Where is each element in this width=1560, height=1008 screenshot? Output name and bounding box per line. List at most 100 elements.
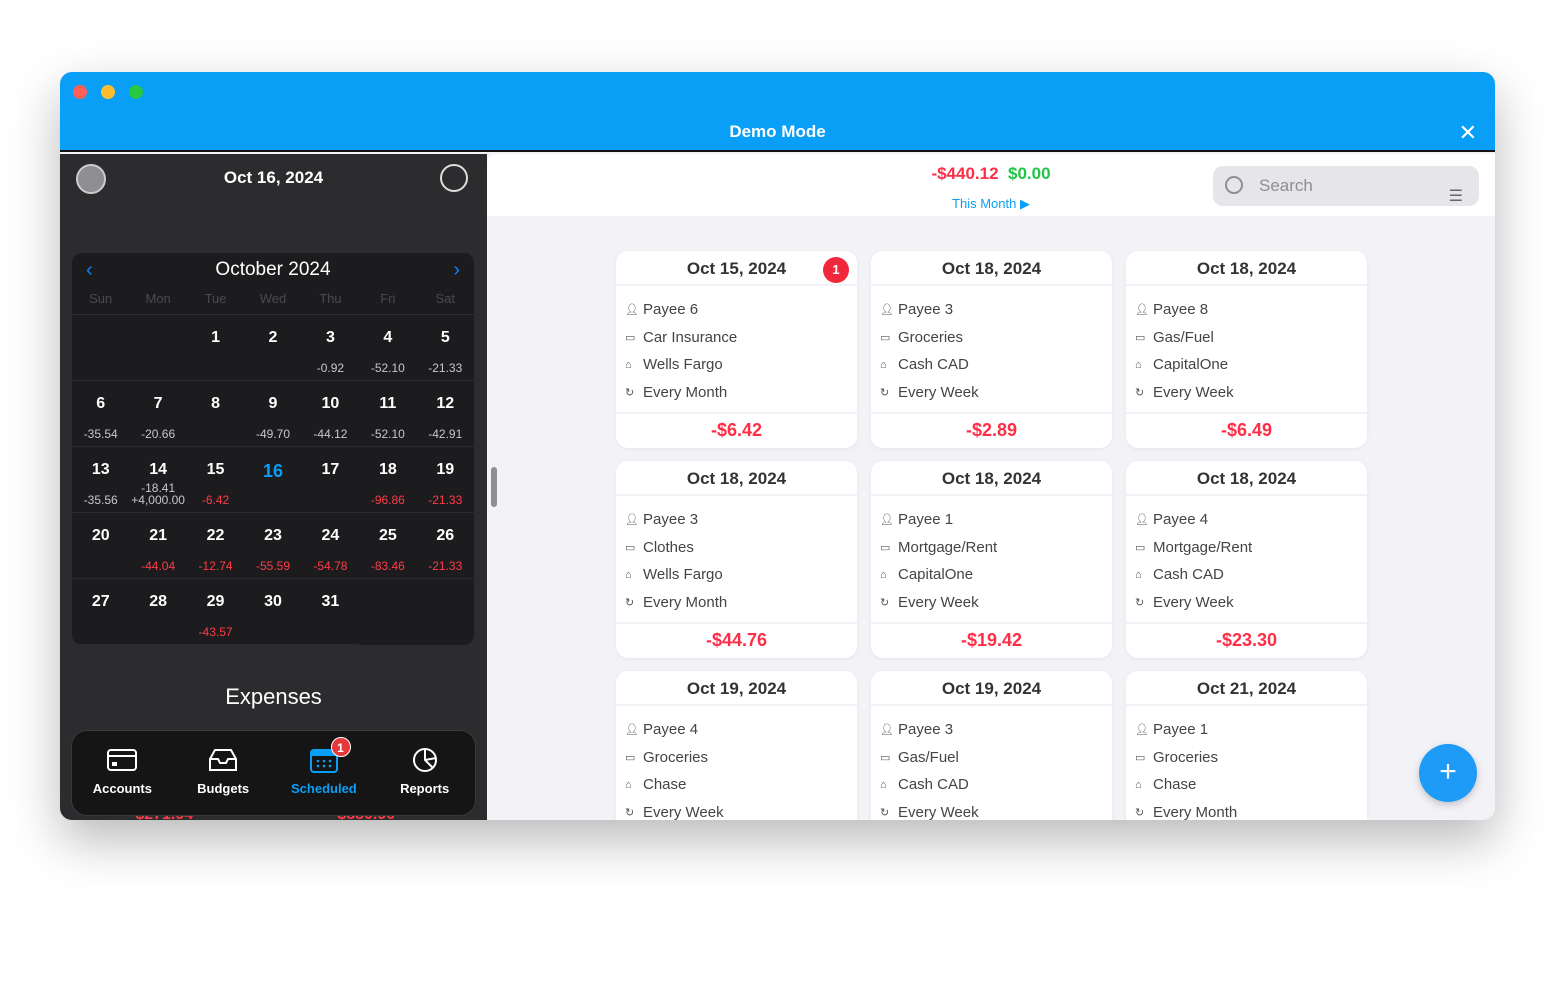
- minimize-window-button[interactable]: [101, 85, 115, 99]
- person-icon: 👤︎: [880, 304, 894, 317]
- calendar-day[interactable]: 28: [129, 579, 187, 645]
- calendar-day[interactable]: 1: [186, 315, 245, 381]
- person-icon: 👤︎: [625, 514, 639, 527]
- calendar-day[interactable]: 11 -52.10: [359, 381, 417, 447]
- card-date: Oct 15, 2024: [686, 259, 787, 278]
- category-icon: ▭: [625, 751, 636, 764]
- card-date: Oct 21, 2024: [1196, 679, 1297, 698]
- card-payee: Payee 4: [1153, 511, 1209, 529]
- split-view-handle[interactable]: [491, 467, 497, 507]
- card-payee: Payee 3: [643, 511, 699, 529]
- bank-icon: ⌂: [625, 358, 632, 371]
- day-amount: -83.46: [370, 559, 405, 573]
- calendar-day[interactable]: 29 -43.57: [186, 579, 245, 645]
- tab-accounts[interactable]: Accounts: [72, 731, 173, 815]
- person-icon: 👤︎: [880, 514, 894, 527]
- calendar-day[interactable]: 30: [244, 579, 302, 645]
- card-payee: Payee 1: [898, 511, 954, 529]
- calendar-day[interactable]: 9 -49.70: [244, 381, 302, 447]
- calendar-day[interactable]: 26 -21.33: [416, 513, 474, 579]
- calendar-day[interactable]: 22 -12.74: [186, 513, 245, 579]
- tab-budgets[interactable]: Budgets: [173, 731, 274, 815]
- card-category: Gas/Fuel: [898, 748, 959, 766]
- gear-icon[interactable]: [440, 164, 468, 192]
- card-category: Clothes: [643, 538, 694, 556]
- calendar-day[interactable]: 7 -20.66: [129, 381, 187, 447]
- credit-card-icon: [107, 749, 138, 771]
- scheduled-transaction-card[interactable]: Oct 18, 2024 👤︎ Payee 4 ▭ Mortgage/Rent ⌂ C…: [1126, 461, 1367, 658]
- day-number: 30: [264, 593, 282, 610]
- calendar-day[interactable]: 25 -83.46: [359, 513, 417, 579]
- scheduled-transaction-card[interactable]: Oct 19, 2024 👤︎ Payee 3 ▭ Gas/Fuel ⌂ Cash C…: [871, 671, 1112, 820]
- close-icon[interactable]: ✕: [1459, 120, 1477, 146]
- summary-bar: -$440.12 $0.00 This Month ▶ Search ☰: [487, 154, 1495, 216]
- scheduled-transaction-card[interactable]: Oct 18, 2024 👤︎ Payee 1 ▭ Mortgage/Rent ⌂ C…: [871, 461, 1112, 658]
- card-amount: -$6.49: [1220, 420, 1273, 440]
- add-button[interactable]: +: [1419, 744, 1477, 802]
- scheduled-transaction-card[interactable]: Oct 15, 2024 1 👤︎ Payee 6 ▭ Car Insurance ⌂…: [616, 251, 857, 448]
- search-icon: [1225, 176, 1243, 194]
- repeat-icon: ↻: [1135, 596, 1145, 609]
- card-account: Chase: [1153, 776, 1197, 794]
- category-icon: ▭: [1135, 751, 1146, 764]
- day-amount: -6.42: [201, 493, 230, 507]
- day-number: 1: [211, 329, 221, 346]
- zoom-window-button[interactable]: [129, 85, 143, 99]
- card-date: Oct 18, 2024: [1196, 259, 1297, 278]
- card-payee: Payee 3: [898, 721, 954, 739]
- calendar-day[interactable]: 16: [244, 447, 302, 513]
- chevron-left-icon[interactable]: ‹: [86, 253, 93, 287]
- calendar-day[interactable]: 17: [301, 447, 360, 513]
- calendar-day[interactable]: 27: [72, 579, 130, 645]
- calendar-day[interactable]: 21 -44.04: [129, 513, 187, 579]
- search-input[interactable]: Search ☰: [1213, 166, 1479, 206]
- calendar-day[interactable]: 14 -18.41 +4,000.00: [129, 447, 187, 513]
- card-account: Chase: [643, 776, 687, 794]
- scheduled-transaction-card[interactable]: Oct 21, 2024 👤︎ Payee 1 ▭ Groceries ⌂ Chase…: [1126, 671, 1367, 820]
- scheduled-transaction-card[interactable]: Oct 18, 2024 👤︎ Payee 3 ▭ Groceries ⌂ Cash …: [871, 251, 1112, 448]
- search-placeholder: Search: [1259, 176, 1313, 195]
- calendar-day[interactable]: 24 -54.78: [301, 513, 360, 579]
- scheduled-transaction-card[interactable]: Oct 19, 2024 👤︎ Payee 4 ▭ Groceries ⌂ Chase…: [616, 671, 857, 820]
- calendar-day[interactable]: 19 -21.33: [416, 447, 474, 513]
- repeat-icon: ↻: [625, 596, 635, 609]
- calendar-day[interactable]: 8: [186, 381, 245, 447]
- calendar-day: [72, 315, 130, 381]
- day-number: 9: [268, 395, 278, 412]
- bank-icon: ⌂: [880, 778, 887, 791]
- day-number: 17: [321, 461, 340, 478]
- scheduled-transaction-card[interactable]: Oct 18, 2024 👤︎ Payee 3 ▭ Clothes ⌂ Wells F…: [616, 461, 857, 658]
- chevron-right-icon[interactable]: ›: [453, 253, 460, 287]
- calendar-day[interactable]: 15 -6.42: [186, 447, 245, 513]
- card-payee: Payee 3: [898, 301, 954, 319]
- tray-icon: [209, 749, 238, 771]
- calendar-day[interactable]: 23 -55.59: [244, 513, 302, 579]
- app-window: Demo Mode ✕ Oct 16, 2024 ‹ October 2024 …: [60, 72, 1495, 820]
- calendar-day[interactable]: 3 -0.92: [301, 315, 360, 381]
- calendar-day[interactable]: 12 -42.91: [416, 381, 474, 447]
- calendar-day[interactable]: 6 -35.54: [72, 381, 130, 447]
- calendar-day[interactable]: 18 -96.86: [359, 447, 417, 513]
- day-amount: -44.12: [313, 427, 348, 441]
- calendar-day[interactable]: 10 -44.12: [301, 381, 360, 447]
- person-icon: 👤︎: [1135, 514, 1149, 527]
- tab-scheduled[interactable]: 1 Scheduled: [274, 731, 375, 815]
- weekday-label: Thu: [319, 291, 342, 306]
- day-number: 26: [436, 527, 455, 544]
- day-amount: -43.57: [198, 625, 233, 639]
- calendar-day[interactable]: 20: [72, 513, 130, 579]
- card-category: Groceries: [1153, 748, 1219, 766]
- calendar-day[interactable]: 5 -21.33: [416, 315, 474, 381]
- tab-reports[interactable]: Reports: [374, 731, 475, 815]
- repeat-icon: ↻: [880, 806, 890, 819]
- calendar-day[interactable]: 31: [301, 579, 360, 645]
- calendar-day[interactable]: 13 -35.56: [72, 447, 130, 513]
- scheduled-transaction-card[interactable]: Oct 18, 2024 👤︎ Payee 8 ▭ Gas/Fuel ⌂ Capita…: [1126, 251, 1367, 448]
- day-amount: -21.33: [428, 361, 463, 375]
- filter-icon[interactable]: ☰: [1449, 177, 1463, 217]
- calendar-day[interactable]: 2: [244, 315, 302, 381]
- calendar-day[interactable]: 4 -52.10: [359, 315, 417, 381]
- bank-icon: ⌂: [880, 358, 887, 371]
- close-window-button[interactable]: [73, 85, 87, 99]
- day-number: 6: [96, 395, 106, 412]
